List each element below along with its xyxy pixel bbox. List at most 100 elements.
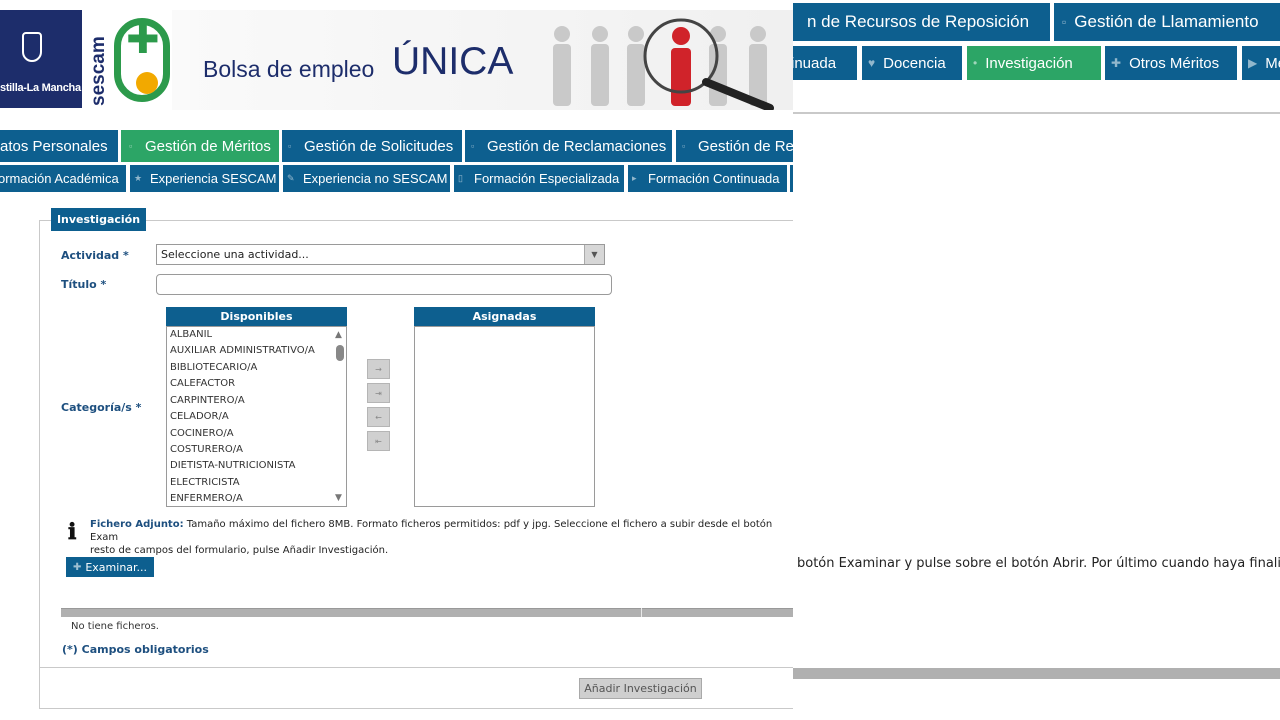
list-item[interactable]: BIBLIOTECARIO/A xyxy=(170,362,257,373)
list-item[interactable]: CARPINTERO/A xyxy=(170,395,245,406)
subnav-label: Formación Continuada xyxy=(648,171,780,186)
list-item[interactable]: COCINERO/A xyxy=(170,428,234,439)
asignadas-header: Asignadas xyxy=(414,307,595,326)
page-icon: ▯ xyxy=(458,173,463,183)
fichero-adjunto-text-line2: resto de campos del formulario, pulse Añ… xyxy=(90,545,389,556)
zoom-nav-label: n de Recursos de Reposición xyxy=(807,12,1030,31)
nav-label: atos Personales xyxy=(0,137,108,155)
form-footer-divider xyxy=(39,667,793,668)
zoom-nav-gestion-llamamiento[interactable]: ▫ Gestión de Llamamiento xyxy=(1054,3,1280,41)
disponibles-header: Disponibles xyxy=(166,307,347,326)
crest-icon xyxy=(22,32,42,62)
subnav-formacion-academica[interactable]: ormación Académica xyxy=(0,165,126,192)
star-icon: ★ xyxy=(134,173,143,183)
titulo-input[interactable] xyxy=(156,274,612,295)
disponibles-list[interactable]: ALBANIL AUXILIAR ADMINISTRATIVO/A BIBLIO… xyxy=(166,326,347,507)
dot-icon xyxy=(136,72,158,94)
plus-icon: ✚ xyxy=(1111,56,1122,70)
examinar-label: Examinar... xyxy=(85,560,148,574)
zoom-subnav-investigacion[interactable]: • Investigación xyxy=(967,46,1101,80)
scroll-up-icon[interactable]: ▲ xyxy=(335,330,342,340)
add-all-button[interactable]: ⇥ xyxy=(367,383,390,403)
sescam-logo[interactable]: sescam ✚ xyxy=(82,10,172,110)
list-item[interactable]: ENFERMERO/A xyxy=(170,493,243,504)
people-magnifier-illustration xyxy=(553,18,774,110)
titulo-label: Título * xyxy=(61,278,107,291)
zoom-subnav-continuada[interactable]: inuada xyxy=(793,46,857,80)
subnav-formacion-continuada[interactable]: ▸ Formación Continuada xyxy=(628,165,787,192)
nav-gestion-solicitudes[interactable]: ▫ Gestión de Solicitudes xyxy=(282,130,462,162)
zoom-subnav-label: Docencia xyxy=(883,54,946,72)
list-item[interactable]: ELECTRICISTA xyxy=(170,477,240,488)
remove-selected-button[interactable]: ← xyxy=(367,407,390,427)
subnav-experiencia-sescam[interactable]: ★ Experiencia SESCAM xyxy=(130,165,279,192)
arrow-right-icon: ▸ xyxy=(632,173,637,183)
actividad-select-value: Seleccione una actividad... xyxy=(161,248,309,261)
sescam-logo-text: sescam xyxy=(88,36,109,106)
page-icon: ▫ xyxy=(288,141,292,151)
asignadas-list[interactable] xyxy=(414,326,595,507)
actividad-label: Actividad * xyxy=(61,249,129,262)
add-selected-button[interactable]: → xyxy=(367,359,390,379)
zoom-subnav-label: Otros Méritos xyxy=(1129,54,1220,72)
no-files-message: No tiene ficheros. xyxy=(71,621,159,632)
page-icon: ▫ xyxy=(1062,15,1067,29)
plus-icon: ✚ xyxy=(72,561,82,573)
nav-gestion-meritos[interactable]: ▫ Gestión de Méritos xyxy=(121,130,279,162)
nav-datos-personales[interactable]: atos Personales xyxy=(0,130,118,162)
anadir-investigacion-button[interactable]: Añadir Investigación xyxy=(579,678,702,699)
subnav-label: ormación Académica xyxy=(0,171,119,186)
page-icon: ▫ xyxy=(682,141,686,151)
list-item[interactable]: COSTURERO/A xyxy=(170,444,243,455)
jccm-logo[interactable]: stilla-La Mancha xyxy=(0,10,82,108)
zoom-subnav-otros-meritos[interactable]: ✚ Otros Méritos xyxy=(1105,46,1237,80)
subnav-formacion-especializada[interactable]: ▯ Formación Especializada xyxy=(454,165,624,192)
subnav-experiencia-no-sescam[interactable]: ✎ Experiencia no SESCAM xyxy=(283,165,450,192)
zoom-subnav-me[interactable]: ▶ Me xyxy=(1242,46,1280,80)
subnav-label: Experiencia SESCAM xyxy=(150,171,277,186)
remove-all-button[interactable]: ⇤ xyxy=(367,431,390,451)
list-item[interactable]: AUXILIAR ADMINISTRATIVO/A xyxy=(170,345,315,356)
nav-label: Gestión de Méritos xyxy=(145,137,271,155)
cross-icon: ✚ xyxy=(126,17,160,63)
jccm-logo-text: stilla-La Mancha xyxy=(0,82,81,94)
main-screen: stilla-La Mancha sescam ✚ Bolsa de emple… xyxy=(0,0,793,720)
info-icon: ℹ xyxy=(68,519,77,545)
required-fields-note: (*) Campos obligatorios xyxy=(62,643,209,656)
list-scrollbar[interactable]: ▲ ▼ xyxy=(334,327,346,506)
scroll-down-icon[interactable]: ▼ xyxy=(335,493,342,503)
bullet-icon: • xyxy=(973,56,978,70)
files-table-header-separator xyxy=(641,608,642,617)
fichero-adjunto-label: Fichero Adjunto: xyxy=(90,519,184,530)
zoom-nav-recursos-reposicion[interactable]: n de Recursos de Reposición xyxy=(793,3,1050,41)
examinar-button[interactable]: ✚ Examinar... xyxy=(66,557,154,577)
list-item[interactable]: CELADOR/A xyxy=(170,411,229,422)
page-icon: ▫ xyxy=(129,141,133,151)
nav-label: Gestión de Rec xyxy=(698,137,793,155)
header-banner: stilla-La Mancha sescam ✚ Bolsa de emple… xyxy=(0,0,793,112)
fieldset-legend: Investigación xyxy=(51,208,146,231)
arrow-right-icon: ▶ xyxy=(1248,56,1258,70)
list-item[interactable]: CALEFACTOR xyxy=(170,378,235,389)
scroll-thumb[interactable] xyxy=(336,345,344,361)
nav-gestion-reclamaciones[interactable]: ▫ Gestión de Reclamaciones xyxy=(465,130,672,162)
list-item[interactable]: ALBANIL xyxy=(170,329,212,340)
zoom-subnav-label: Me xyxy=(1265,54,1280,72)
banner-title-main: ÚNICA xyxy=(392,40,514,83)
zoom-panel: n de Recursos de Reposición ▫ Gestión de … xyxy=(793,0,1280,720)
highlighted-person-icon xyxy=(671,27,691,106)
zoom-subnav-label: Investigación xyxy=(985,54,1073,72)
heart-icon: ♥ xyxy=(868,56,876,70)
fichero-adjunto-info: Fichero Adjunto: Tamaño máximo del fiche… xyxy=(90,518,793,557)
banner-title: Bolsa de empleo xyxy=(203,56,375,82)
zoom-divider xyxy=(793,112,1280,114)
zoom-nav-label: Gestión de Llamamiento xyxy=(1074,12,1259,31)
nav-gestion-recursos[interactable]: ▫ Gestión de Rec xyxy=(676,130,793,162)
zoom-info-text: botón Examinar y pulse sobre el botón Ab… xyxy=(797,556,1280,571)
list-item[interactable]: DIETISTA-NUTRICIONISTA xyxy=(170,460,296,471)
fichero-adjunto-text: Tamaño máximo del fichero 8MB. Formato f… xyxy=(90,519,773,543)
zoom-subnav-docencia[interactable]: ♥ Docencia xyxy=(862,46,962,80)
nav-label: Gestión de Solicitudes xyxy=(304,137,454,155)
chevron-down-icon[interactable]: ▼ xyxy=(584,245,604,264)
actividad-select[interactable]: Seleccione una actividad... ▼ xyxy=(156,244,605,265)
